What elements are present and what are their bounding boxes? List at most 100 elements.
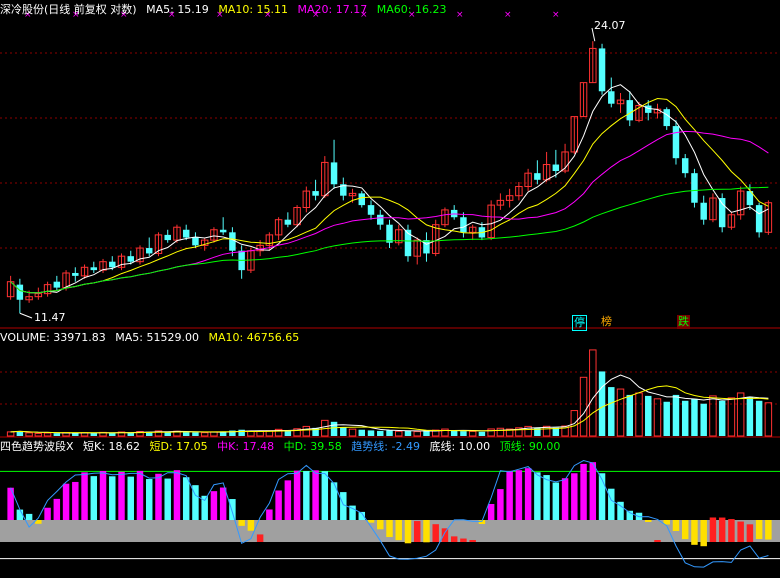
candle-body-down: [16, 284, 24, 300]
stock-chart[interactable]: × × × × × × × × × × × ×: [0, 0, 780, 578]
candle-body-down: [681, 158, 689, 174]
volume-bar-down: [90, 433, 98, 436]
oscillator-bar: [99, 470, 107, 520]
oscillator-bar: [266, 509, 273, 520]
volume-legend: VOLUME: 33971.83: [0, 331, 106, 344]
oscillator-bar: [210, 491, 218, 520]
period-label: (日线 前复权 对数): [44, 3, 137, 16]
oscillator-bar: [691, 520, 698, 545]
oscillator-bar: [155, 473, 162, 520]
candle-body-down: [164, 234, 171, 241]
oscillator-bar: [247, 520, 255, 531]
volume-bar-down: [367, 430, 375, 436]
oscillator-bar: [765, 520, 772, 540]
oscillator-bar: [469, 540, 476, 542]
volume-bar-down: [340, 427, 347, 436]
candle-body-down: [284, 219, 292, 225]
volume-bar-down: [192, 432, 199, 436]
oscillator-bar: [72, 481, 79, 520]
candle-body-down: [358, 193, 366, 206]
oscillator-bar: [441, 528, 449, 542]
oscillator-bar: [746, 524, 754, 542]
candle-body-down: [127, 256, 134, 262]
volume-bar-up: [736, 392, 745, 437]
candle-body-down: [700, 202, 707, 220]
ma60-legend: MA60: 16.23: [376, 3, 447, 16]
candle-body-down: [645, 105, 652, 113]
volume-panel[interactable]: [6, 349, 773, 437]
oscillator-bar: [543, 475, 550, 520]
event-tag-list[interactable]: 榜: [600, 315, 613, 329]
volume-bar-down: [663, 401, 670, 436]
event-tag-halt[interactable]: 停: [572, 315, 587, 331]
indicator-short-d: 短D: 17.05: [149, 440, 208, 453]
candle-body-down: [608, 91, 615, 104]
oscillator-bar: [25, 513, 33, 520]
oscillator-bar: [312, 470, 319, 520]
volume-bar-down: [423, 431, 430, 436]
candle-body-down: [53, 281, 61, 288]
oscillator-bar: [229, 499, 236, 520]
oscillator-bar: [62, 483, 70, 520]
candle-body-down: [718, 198, 726, 228]
volume-bar-down: [691, 398, 698, 436]
oscillator-bar: [700, 520, 707, 547]
candle-body-down: [312, 191, 319, 196]
oscillator-bar: [219, 487, 227, 520]
oscillator-bar: [238, 520, 245, 526]
oscillator-bar: [164, 478, 171, 520]
oscillator-bar: [580, 463, 587, 520]
oscillator-bar: [645, 520, 652, 522]
oscillator-bar: [146, 479, 153, 520]
candle-body-down: [423, 240, 430, 254]
oscillator-bar: [460, 538, 467, 542]
oscillator-bar: [44, 507, 51, 520]
volume-bar-down: [386, 430, 393, 436]
volume-bar-down: [755, 400, 763, 436]
ma5-legend: MA5: 15.19: [146, 3, 209, 16]
volume-header: VOLUME: 33971.83 MA5: 51529.00 MA10: 467…: [0, 331, 305, 345]
oscillator-bar: [136, 470, 144, 520]
candle-body-down: [182, 229, 190, 238]
volume-bar-down: [450, 430, 458, 436]
oscillator-bar: [90, 476, 98, 520]
indicator-mid-k: 中K: 17.48: [217, 440, 275, 453]
price-panel[interactable]: × × × × × × × × × × × ×: [6, 10, 773, 319]
oscillator-bar: [367, 520, 375, 523]
oscillator-bar: [561, 478, 569, 520]
indicator-short-k: 短K: 18.62: [83, 440, 140, 453]
oscillator-bar: [321, 471, 329, 520]
volume-bar-up: [348, 428, 357, 437]
top-marker: ×: [552, 10, 560, 20]
oscillator-bar: [681, 520, 689, 540]
candle-body-down: [146, 248, 153, 254]
volume-bar-down: [330, 421, 338, 436]
volume-bar-up: [496, 427, 505, 437]
volume-bar-up: [616, 388, 625, 437]
volume-bar-down: [700, 403, 707, 436]
oscillator-bar: [432, 524, 439, 542]
oscillator-bar: [109, 476, 116, 520]
top-marker: ×: [456, 10, 464, 20]
candle-body-down: [534, 173, 541, 180]
oscillator-bar: [571, 473, 578, 520]
indicator-name: 四色趋势波段X: [0, 440, 74, 453]
oscillator-bar: [608, 488, 615, 520]
ma20-line: [10, 130, 769, 294]
oscillator-bar: [377, 520, 384, 530]
volume-bar-up: [34, 432, 43, 437]
volume-bar-up: [764, 402, 773, 437]
volume-bar-up: [413, 431, 421, 437]
candle-body-down: [72, 272, 79, 276]
event-tag-fall[interactable]: 跌: [677, 315, 690, 329]
ma20-legend: MA20: 17.17: [297, 3, 368, 16]
indicator-panel[interactable]: [0, 459, 780, 568]
oscillator-bar: [127, 476, 134, 520]
oscillator-bar: [450, 536, 458, 542]
volume-bar-up: [395, 430, 403, 437]
volume-ma5-legend: MA5: 51529.00: [115, 331, 200, 344]
oscillator-bar: [728, 519, 735, 542]
volume-bar-down: [608, 387, 615, 436]
candle-body-down: [109, 261, 116, 268]
candle-body-down: [598, 48, 606, 92]
